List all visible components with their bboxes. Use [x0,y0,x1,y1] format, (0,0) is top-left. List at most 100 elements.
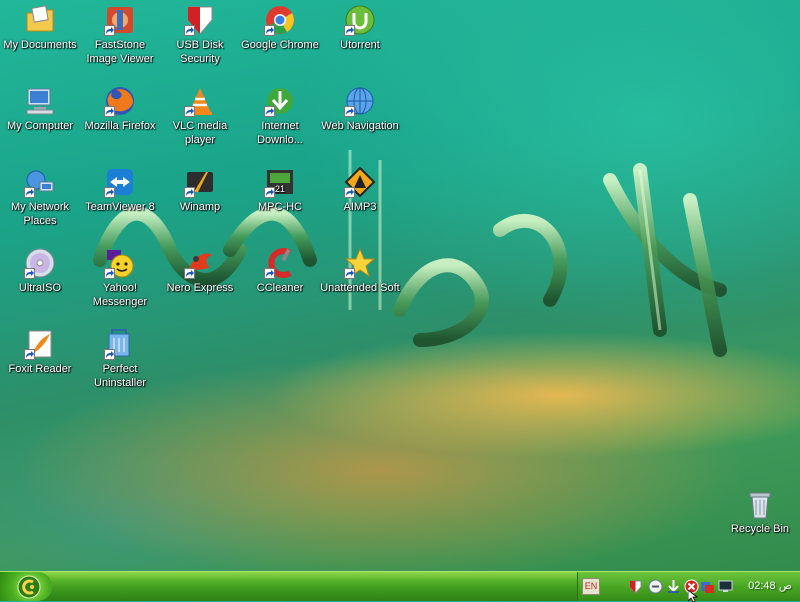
desktop-icon-my-network-places[interactable]: My Network Places [0,164,80,228]
desktop-icon-ultraiso[interactable]: UltraISO [0,245,80,295]
desktop-icon-label: Unattended Soft [320,282,400,294]
desktop-icon-label: Google Chrome [241,39,319,51]
desktop-icon-perfect-uninstaller[interactable]: Perfect Uninstaller [80,326,160,390]
chrome-icon [264,4,296,36]
start-button[interactable] [0,572,52,601]
shortcut-arrow-icon [344,106,355,117]
globe-icon [344,85,376,117]
desktop-icon-label: MPC-HC [258,201,302,213]
desktop-icon-faststone-image-viewer[interactable]: FastStone Image Viewer [80,2,160,66]
desktop-icon-vlc-media-player[interactable]: VLC media player [160,83,240,147]
desktop-icon-google-chrome[interactable]: Google Chrome [240,2,320,52]
desktop-icon-label: Nero Express [166,282,234,294]
shortcut-arrow-icon [344,268,355,279]
shortcut-arrow-icon [264,25,275,36]
taskbar: EN 02:48 ص [0,571,800,601]
usb-guard-icon[interactable] [628,579,643,594]
shortcut-arrow-icon [24,268,35,279]
idm-icon [264,85,296,117]
desktop-icon-label: My Computer [6,120,74,132]
shortcut-arrow-icon [184,187,195,198]
desktop-icon-label: VLC media player [172,120,228,146]
clock[interactable]: 02:48 ص [748,579,792,592]
desktop-icon-yahoo-messenger[interactable]: Yahoo! Messenger [80,245,160,309]
shortcut-arrow-icon [104,106,115,117]
shortcut-arrow-icon [264,187,275,198]
desktop-icon-nero-express[interactable]: Nero Express [160,245,240,295]
shortcut-arrow-icon [184,106,195,117]
recycle-bin[interactable]: Recycle Bin [720,486,800,536]
desktop-icon-label: Internet Downlo... [257,120,303,146]
desktop-icon-label: AIMP3 [343,201,377,213]
network-icon [24,166,56,198]
shortcut-arrow-icon [264,268,275,279]
desktop-icon-label: My Network Places [10,201,70,227]
minus-circle-icon[interactable] [648,579,663,594]
desktop-icon-label: Web Navigation [321,120,399,132]
mpc-icon: 21 [264,166,296,198]
shortcut-arrow-icon [184,268,195,279]
desktop-icon-ccleaner[interactable]: CCleaner [240,245,320,295]
folder-documents-icon [24,4,56,36]
vlc-icon [184,85,216,117]
svg-text:21: 21 [275,184,285,194]
desktop-icon-label: Mozilla Firefox [84,120,156,132]
desktop-icon-label: USB Disk Security [176,39,224,65]
desktop-icon-usb-disk-security[interactable]: USB Disk Security [160,2,240,66]
desktop-icon-label: Foxit Reader [8,363,72,375]
desktop-icon-my-documents[interactable]: My Documents [0,2,80,52]
download-arrow-icon[interactable] [666,579,681,594]
teamviewer-icon [104,166,136,198]
disc-icon [24,247,56,279]
desktop-icon-mpc-hc[interactable]: 21 MPC-HC [240,164,320,214]
desktop-icon-label: Perfect Uninstaller [94,363,146,389]
shortcut-arrow-icon [344,187,355,198]
desktop-icon-label: Yahoo! Messenger [92,282,148,308]
desktop-icon-mozilla-firefox[interactable]: Mozilla Firefox [80,83,160,133]
star-icon [344,247,376,279]
shortcut-arrow-icon [104,187,115,198]
desktop-icon-web-navigation[interactable]: Web Navigation [320,83,400,133]
desktop-icon-label: TeamViewer 8 [85,201,155,213]
shortcut-arrow-icon [184,25,195,36]
utorrent-icon [344,4,376,36]
desktop-icon-label: FastStone Image Viewer [86,39,154,65]
desktop-icon-utorrent[interactable]: Utorrent [320,2,400,52]
desktop-icon-winamp[interactable]: Winamp [160,164,240,214]
ccleaner-icon [264,247,296,279]
yahoo-icon [104,247,136,279]
shortcut-arrow-icon [24,187,35,198]
recycle-bin-label: Recycle Bin [730,523,790,535]
shortcut-arrow-icon [104,349,115,360]
nero-icon [184,247,216,279]
firefox-icon [104,85,136,117]
desktop-icon-aimp3[interactable]: AIMP3 [320,164,400,214]
desktop-icon-foxit-reader[interactable]: Foxit Reader [0,326,80,376]
security-shield-icon[interactable] [700,579,715,594]
winamp-icon [184,166,216,198]
computer-icon [24,85,56,117]
foxit-icon [24,328,56,360]
desktop-icon-internet-downlo[interactable]: Internet Downlo... [240,83,320,147]
desktop-icon-label: Utorrent [340,39,380,51]
recycle-bin-icon [744,488,776,520]
start-orb-icon [17,575,41,599]
network-monitor-icon[interactable] [718,579,733,594]
desktop-icon-teamviewer-8[interactable]: TeamViewer 8 [80,164,160,214]
uninstaller-icon [104,328,136,360]
aimp-icon [344,166,376,198]
desktop-icon-my-computer[interactable]: My Computer [0,83,80,133]
shortcut-arrow-icon [24,349,35,360]
desktop-icon-label: CCleaner [256,282,304,294]
mouse-cursor-icon [688,590,698,602]
faststone-icon [104,4,136,36]
shortcut-arrow-icon [264,106,275,117]
usb-security-icon [184,4,216,36]
shortcut-arrow-icon [104,25,115,36]
desktop-icon-label: UltraISO [18,282,62,294]
shortcut-arrow-icon [344,25,355,36]
language-indicator[interactable]: EN [582,578,600,595]
desktop-icon-label: Winamp [179,201,221,213]
desktop-icon-unattended-soft[interactable]: Unattended Soft [320,245,400,295]
desktop-icon-label: My Documents [3,39,77,51]
